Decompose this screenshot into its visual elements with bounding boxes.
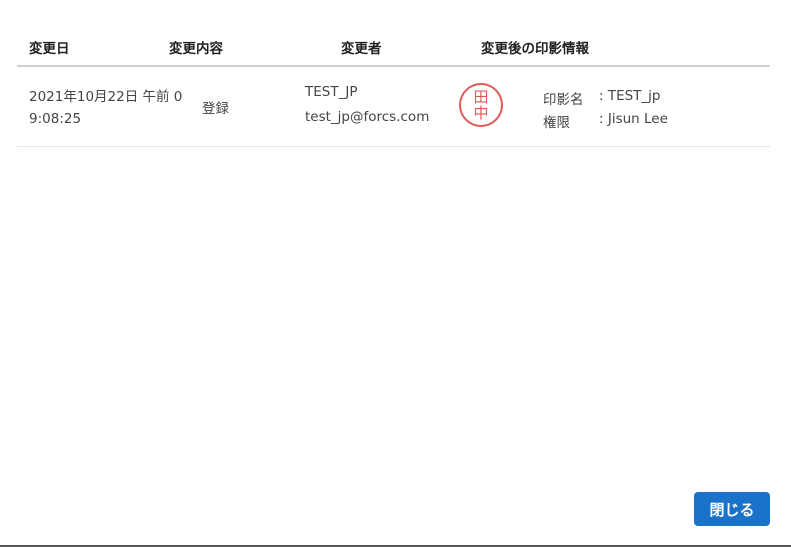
close-button[interactable]: 閉じる <box>694 492 770 526</box>
changer-email: test_jp@forcs.com <box>305 109 430 125</box>
change-action: 登録 <box>202 101 229 117</box>
changer-name: TEST_JP <box>305 84 358 100</box>
header-change: 変更内容 <box>169 41 223 57</box>
header-date: 変更日 <box>29 41 70 57</box>
header-seal-info: 変更後の印影情報 <box>481 41 589 57</box>
permission-value: : Jisun Lee <box>599 111 668 127</box>
seal-name-label: 印影名 <box>543 92 584 108</box>
table-row: 2021年10月22日 午前 09:08:25 登録 TEST_JP test_… <box>17 66 770 147</box>
table-header: 変更日 変更内容 変更者 変更後の印影情報 <box>17 34 770 67</box>
change-date: 2021年10月22日 午前 09:08:25 <box>29 89 183 127</box>
seal-char-2: 中 <box>473 104 489 122</box>
seal-name-value: : TEST_jp <box>599 88 661 104</box>
header-changer: 変更者 <box>341 41 382 57</box>
seal-char-1: 田 <box>473 88 489 106</box>
seal-stamp-icon: 田 中 <box>459 83 503 127</box>
permission-label: 権限 <box>543 115 570 131</box>
